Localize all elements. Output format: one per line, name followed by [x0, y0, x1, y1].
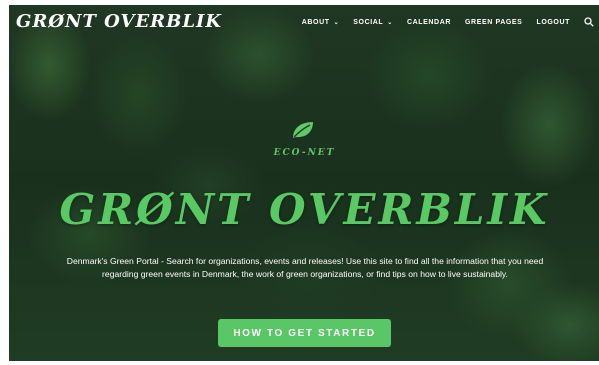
tagline: ECO-NET: [273, 148, 336, 158]
leaf-icon: [293, 122, 313, 138]
hero-title: GRØNT OVERBLIK: [59, 185, 550, 234]
get-started-button[interactable]: HOW TO GET STARTED: [218, 319, 391, 347]
hero-section: ECO-NET GRØNT OVERBLIK Denmark's Green P…: [9, 5, 599, 361]
hero-background: GRØNT OVERBLIK ABOUT ⌄ SOCIAL ⌄ CALENDAR…: [9, 5, 599, 361]
hero-description: Denmark's Green Portal - Search for orga…: [66, 256, 544, 279]
